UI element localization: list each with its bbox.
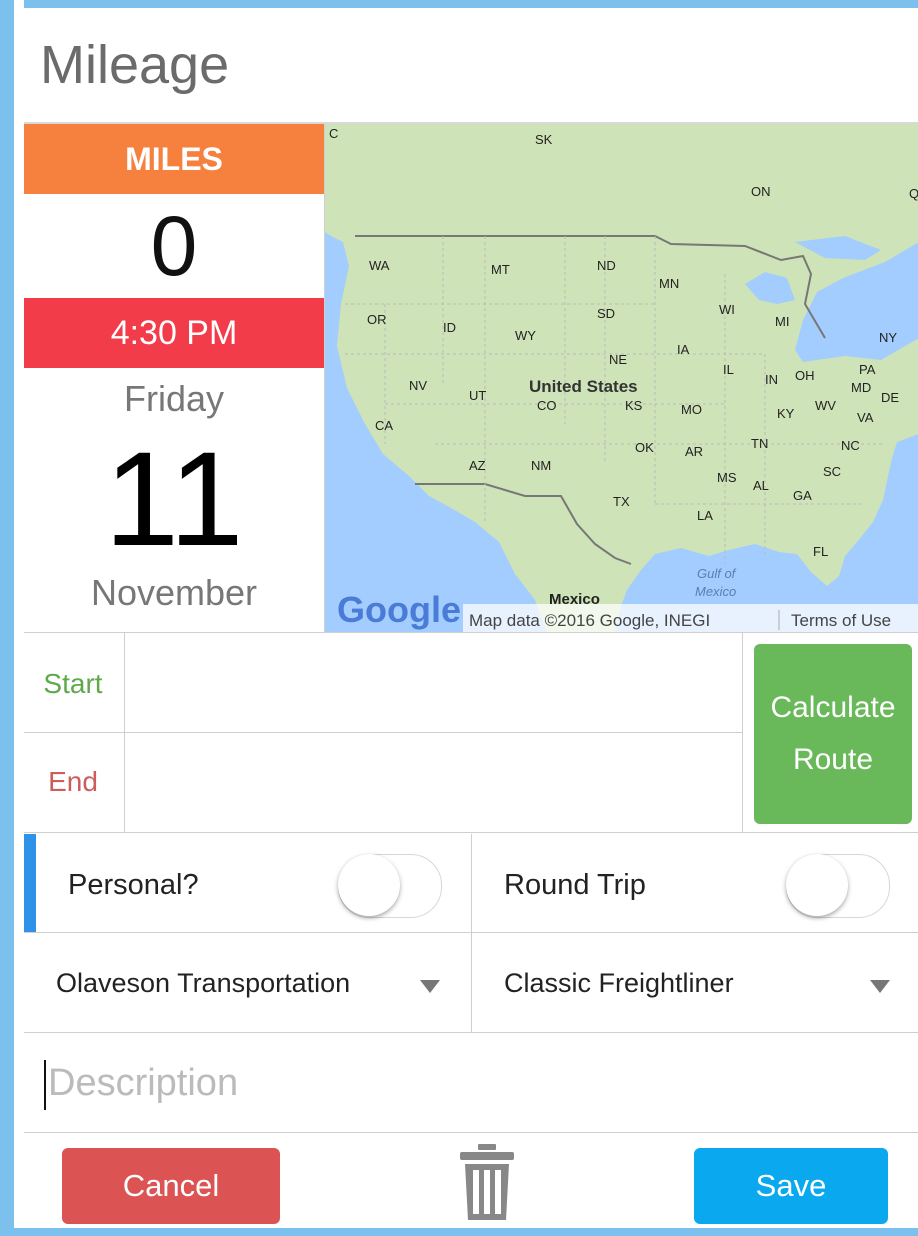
map-label-mt: MT bbox=[491, 262, 510, 277]
map-label-ok: OK bbox=[635, 440, 654, 455]
window-frame-bottom bbox=[0, 1228, 918, 1236]
map-label-tn: TN bbox=[751, 436, 768, 451]
map-label-ny: NY bbox=[879, 330, 897, 345]
map-label-sd: SD bbox=[597, 306, 615, 321]
map-label-mn: MN bbox=[659, 276, 679, 291]
mileage-form: Mileage MILES 0 4:30 PM Friday 11 Novemb… bbox=[24, 8, 918, 1228]
map-label-de: DE bbox=[881, 390, 899, 405]
map-label-az: AZ bbox=[469, 458, 486, 473]
window-frame-left bbox=[0, 0, 14, 1236]
map-label-sk: SK bbox=[535, 132, 553, 147]
start-location-input[interactable] bbox=[125, 633, 745, 733]
map-label-md: MD bbox=[851, 380, 871, 395]
map-label-fl: FL bbox=[813, 544, 828, 559]
route-bottom-divider bbox=[24, 832, 918, 833]
map-label-va: VA bbox=[857, 410, 874, 425]
trash-icon[interactable] bbox=[458, 1142, 516, 1227]
miles-value: 0 bbox=[150, 199, 198, 293]
google-logo: Google bbox=[337, 589, 461, 630]
map-label-wy: WY bbox=[515, 328, 536, 343]
description-divider bbox=[24, 1132, 918, 1133]
map-label-or: OR bbox=[367, 312, 387, 327]
day-number: 11 bbox=[104, 425, 244, 574]
map-canvas: SK ON WA MT ND MN SD WI MI NY OR ID WY I… bbox=[325, 124, 918, 632]
map-label-ar: AR bbox=[685, 444, 703, 459]
map-label-wa: WA bbox=[369, 258, 390, 273]
chevron-down-icon[interactable] bbox=[420, 980, 440, 993]
description-input[interactable] bbox=[46, 1034, 910, 1132]
map-label-ky: KY bbox=[777, 406, 795, 421]
start-label: Start bbox=[43, 668, 103, 699]
route-map[interactable]: SK ON WA MT ND MN SD WI MI NY OR ID WY I… bbox=[324, 124, 918, 632]
map-label-nv: NV bbox=[409, 378, 427, 393]
map-label-pa: PA bbox=[859, 362, 876, 377]
map-label-la: LA bbox=[697, 508, 713, 523]
window-frame-top bbox=[0, 0, 918, 8]
month-label: November bbox=[90, 572, 258, 613]
map-label-nd: ND bbox=[597, 258, 616, 273]
focus-accent-strip bbox=[24, 834, 36, 932]
options-column-divider bbox=[471, 834, 472, 1032]
toggle-row-divider bbox=[24, 932, 918, 933]
chevron-down-icon[interactable] bbox=[870, 980, 890, 993]
window-frame-inner bbox=[14, 0, 24, 1236]
map-label-oh: OH bbox=[795, 368, 815, 383]
map-label-nm: NM bbox=[531, 458, 551, 473]
map-label-in: IN bbox=[765, 372, 778, 387]
time-display: 4:30 PM bbox=[24, 298, 324, 368]
map-label-gulf: Gulf of bbox=[697, 566, 737, 581]
save-button[interactable]: Save bbox=[694, 1148, 888, 1224]
map-attribution: Map data ©2016 Google, INEGI bbox=[469, 611, 710, 630]
map-label-il: IL bbox=[723, 362, 734, 377]
cancel-button[interactable]: Cancel bbox=[62, 1148, 280, 1224]
map-label-ia: IA bbox=[677, 342, 690, 357]
calculate-route-button[interactable]: Calculate Route bbox=[754, 644, 912, 824]
map-label-sc: SC bbox=[823, 464, 841, 479]
map-label-ks: KS bbox=[625, 398, 643, 413]
map-label-c: C bbox=[329, 126, 338, 141]
personal-toggle-knob bbox=[338, 854, 400, 916]
vehicle-select[interactable]: Classic Freightliner bbox=[504, 968, 734, 999]
map-label-country: United States bbox=[529, 377, 638, 396]
map-label-mi: MI bbox=[775, 314, 789, 329]
map-label-ga: GA bbox=[793, 488, 812, 503]
personal-toggle[interactable] bbox=[338, 854, 442, 918]
map-label-nc: NC bbox=[841, 438, 860, 453]
round-trip-toggle-knob bbox=[786, 854, 848, 916]
map-label-on: ON bbox=[751, 184, 771, 199]
miles-header: MILES bbox=[24, 124, 324, 194]
personal-label: Personal? bbox=[68, 869, 199, 901]
map-label-q: Q bbox=[909, 186, 918, 201]
end-location-input[interactable] bbox=[125, 733, 745, 833]
map-label-ut: UT bbox=[469, 388, 486, 403]
map-label-mo: MO bbox=[681, 402, 702, 417]
round-trip-toggle[interactable] bbox=[786, 854, 890, 918]
select-row-divider bbox=[24, 1032, 918, 1033]
map-label-wi: WI bbox=[719, 302, 735, 317]
calculate-divider bbox=[742, 632, 743, 832]
map-label-ms: MS bbox=[717, 470, 737, 485]
round-trip-label: Round Trip bbox=[504, 869, 646, 901]
page-title: Mileage bbox=[40, 35, 230, 95]
map-label-tx: TX bbox=[613, 494, 630, 509]
map-label-ca: CA bbox=[375, 418, 393, 433]
map-label-gulf-2: Mexico bbox=[695, 584, 736, 599]
map-label-co: CO bbox=[537, 398, 557, 413]
weekday-label: Friday bbox=[123, 378, 225, 419]
calculate-route-label: Calculate Route bbox=[770, 690, 896, 777]
trash-icon-graphic bbox=[460, 1144, 514, 1220]
map-label-al: AL bbox=[753, 478, 769, 493]
map-label-ne: NE bbox=[609, 352, 627, 367]
map-label-id: ID bbox=[443, 320, 456, 335]
end-label: End bbox=[48, 766, 98, 797]
text-cursor bbox=[44, 1060, 46, 1110]
map-label-wv: WV bbox=[815, 398, 836, 413]
terms-of-use-link[interactable]: Terms of Use bbox=[791, 611, 891, 630]
company-select[interactable]: Olaveson Transportation bbox=[56, 968, 350, 999]
